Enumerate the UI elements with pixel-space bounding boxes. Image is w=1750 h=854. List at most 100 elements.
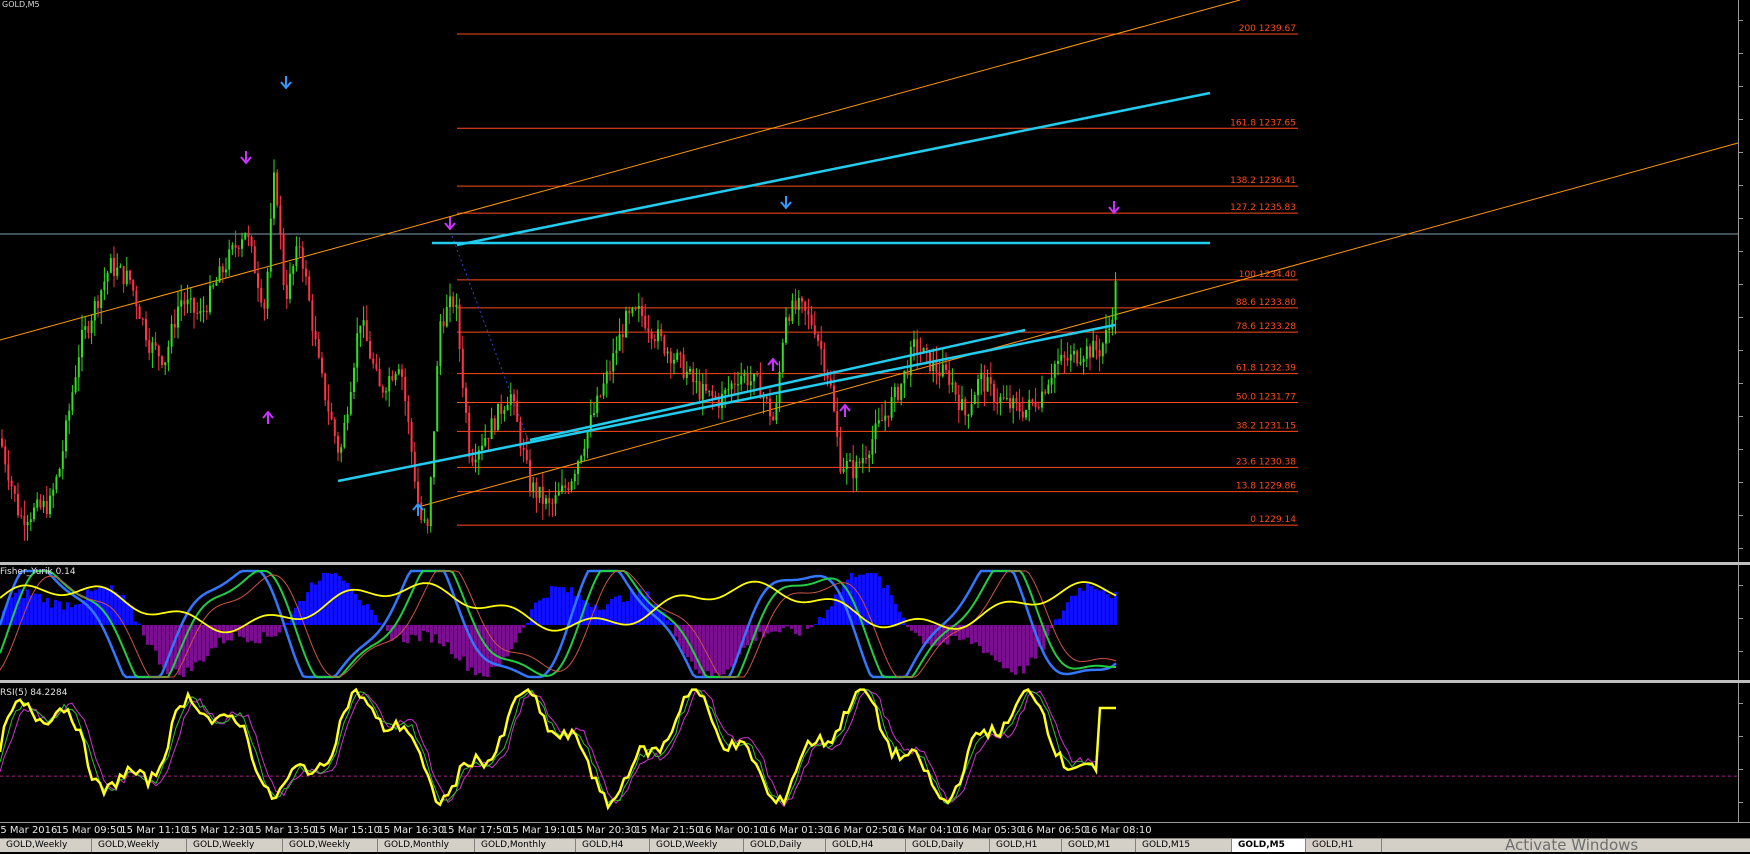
fisher-histogram-bar — [1006, 625, 1010, 668]
fisher-histogram-bar — [562, 587, 566, 625]
candle-body — [17, 494, 19, 516]
fisher-indicator-pane[interactable]: Fisher_Yurik 0.14 — [0, 565, 1738, 680]
candle-body — [628, 311, 630, 313]
fisher-histogram-bar — [50, 607, 54, 625]
chart-tab[interactable]: GOLD,H1 — [1306, 839, 1382, 852]
chart-tab[interactable]: GOLD,Weekly — [187, 839, 283, 852]
candle-body — [455, 305, 457, 307]
candle-body — [62, 451, 64, 469]
fisher-histogram-bar — [358, 600, 362, 625]
candle-body — [1108, 329, 1110, 330]
fisher-histogram-bar — [1058, 619, 1062, 625]
candle-body — [87, 326, 89, 333]
candle-body — [1083, 359, 1085, 362]
fisher-histogram-bar — [278, 625, 282, 632]
rsi-scale[interactable] — [1738, 683, 1750, 822]
fisher-histogram-bar — [518, 625, 522, 633]
price-chart-canvas[interactable]: 200 1239.67161.8 1237.65138.2 1236.41127… — [0, 0, 1738, 562]
candle-body — [1105, 330, 1107, 344]
chart-tab[interactable]: GOLD,M5 — [1232, 839, 1306, 852]
candle-body — [609, 371, 611, 372]
candle-body — [433, 431, 435, 477]
candle-body — [126, 271, 128, 284]
price-scale-tick — [1739, 651, 1743, 652]
candle-body — [257, 273, 259, 288]
candle-body — [167, 347, 169, 363]
candle-body — [228, 249, 230, 269]
fisher-histogram-bar — [294, 608, 298, 625]
chart-tab[interactable]: GOLD,Daily — [906, 839, 990, 852]
candle-body — [510, 394, 512, 405]
fractal-up-arrow-icon — [768, 359, 778, 371]
fisher-histogram-bar — [262, 625, 266, 632]
candle-body — [331, 412, 333, 420]
candle-body — [785, 317, 787, 342]
candle-body — [308, 277, 310, 301]
candle-body — [599, 396, 601, 397]
chart-tab[interactable]: GOLD,Weekly — [0, 839, 92, 852]
rsi-indicator-pane[interactable]: RSI(5) 84.2284 — [0, 683, 1738, 822]
fib-level-label: 138.2 1236.41 — [1230, 176, 1296, 186]
chart-tab[interactable]: GOLD,Monthly — [475, 839, 576, 852]
candle-body — [526, 450, 528, 461]
candle-body — [740, 376, 742, 384]
chart-tab[interactable]: GOLD,Weekly — [283, 839, 378, 852]
fisher-histogram-bar — [538, 600, 542, 625]
candle-body — [382, 386, 384, 392]
fib-level-label: 38.2 1231.15 — [1236, 421, 1296, 431]
candle-body — [676, 353, 678, 360]
time-axis: 15 Mar 201615 Mar 09:5015 Mar 11:1015 Ma… — [0, 822, 1750, 839]
candle-body — [497, 404, 499, 431]
fisher-histogram-bar — [1054, 619, 1058, 625]
candle-body — [129, 271, 131, 280]
candle-body — [971, 404, 973, 415]
candle-body — [750, 381, 752, 385]
candle-body — [977, 379, 979, 395]
chart-tab[interactable]: GOLD,H1 — [990, 839, 1062, 852]
fisher-histogram-bar — [162, 625, 166, 667]
price-scale-tick — [1739, 736, 1743, 737]
trendline-upper — [0, 0, 1240, 340]
candle-body — [779, 372, 781, 403]
candle-body — [334, 419, 336, 436]
main-price-scale[interactable] — [1738, 0, 1750, 562]
price-scale-tick — [1739, 449, 1743, 450]
fisher-histogram-bar — [454, 625, 458, 658]
candle-body — [183, 300, 185, 304]
fractal-down-arrow-icon — [445, 217, 455, 229]
candle-body — [772, 416, 774, 420]
candle-body — [935, 361, 937, 373]
candle-body — [667, 351, 669, 353]
fisher-scale[interactable] — [1738, 565, 1750, 680]
candle-body — [897, 387, 899, 400]
fib-level-label: 13.8 1229.86 — [1236, 482, 1296, 492]
candle-body — [436, 366, 438, 431]
fisher-histogram-bar — [706, 625, 710, 671]
chart-tab[interactable]: GOLD,Weekly — [650, 839, 744, 852]
fib-level-label: 161.8 1237.65 — [1230, 118, 1296, 128]
candle-body — [443, 321, 445, 326]
candle-body — [215, 282, 217, 286]
candle-body — [171, 324, 173, 347]
main-price-chart[interactable]: 200 1239.67161.8 1237.65138.2 1236.41127… — [0, 0, 1738, 562]
candle-body — [820, 341, 822, 350]
candle-body — [59, 469, 61, 477]
candle-body — [94, 301, 96, 320]
fisher-histogram-bar — [878, 576, 882, 625]
candle-body — [494, 418, 496, 430]
channel-top-line — [457, 93, 1210, 245]
candle-body — [558, 492, 560, 495]
candle-body — [843, 469, 845, 472]
fisher-histogram-bar — [78, 604, 82, 625]
fisher-histogram-bar — [426, 625, 430, 632]
fisher-histogram-bar — [814, 624, 818, 625]
chart-tab[interactable]: GOLD,M15 — [1136, 839, 1232, 852]
chart-tab[interactable]: GOLD,H4 — [576, 839, 650, 852]
chart-tab[interactable]: GOLD,Daily — [744, 839, 826, 852]
fisher-histogram-bar — [598, 610, 602, 625]
chart-tab[interactable]: GOLD,H4 — [826, 839, 906, 852]
price-scale-tick — [1739, 86, 1743, 87]
chart-tab[interactable]: GOLD,M1 — [1062, 839, 1136, 852]
chart-tab[interactable]: GOLD,Monthly — [378, 839, 475, 852]
chart-tab[interactable]: GOLD,Weekly — [92, 839, 187, 852]
